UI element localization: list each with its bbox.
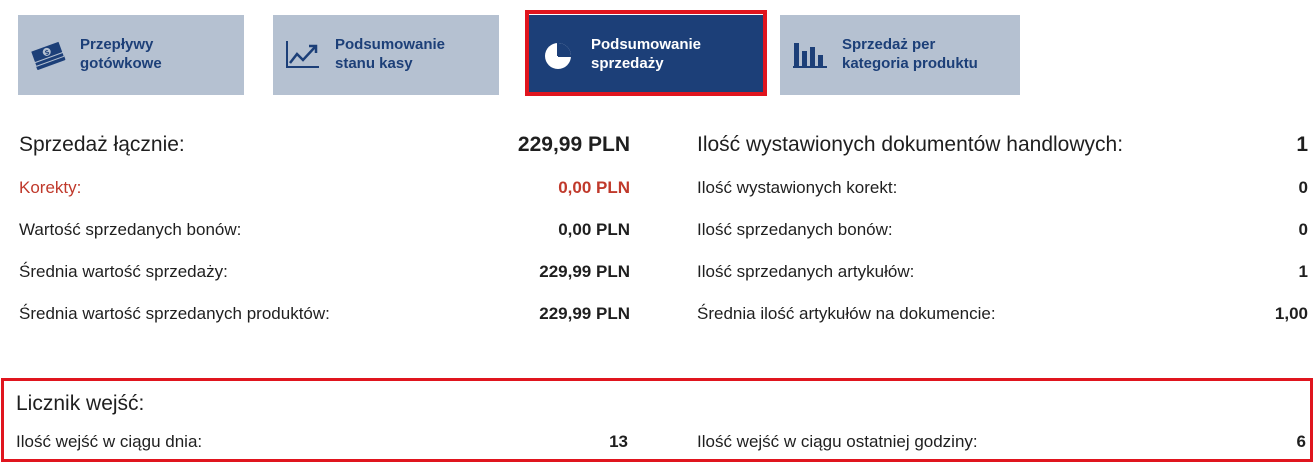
- tab-cash-summary-line2: stanu kasy: [335, 55, 413, 72]
- tab-cash-flows[interactable]: $ Przepływy gotówkowe: [18, 15, 244, 95]
- vouchers-value: 0,00 PLN: [558, 220, 630, 239]
- entry-counter-panel: Licznik wejść: Ilość wejść w ciągu dnia:…: [1, 378, 1313, 462]
- total-sales-label: Sprzedaż łącznie:: [19, 133, 185, 156]
- money-icon: $: [30, 39, 66, 70]
- average-sale-label: Średnia wartość sprzedaży:: [19, 262, 228, 281]
- entries-hour-label: Ilość wejść w ciągu ostatniej godziny:: [697, 432, 978, 451]
- average-articles-label: Średnia ilość artykułów na dokumencie:: [697, 304, 996, 323]
- average-sale-value: 229,99 PLN: [539, 262, 630, 281]
- summary-row-3: Wartość sprzedanych bonów: 0,00 PLN Iloś…: [0, 220, 1314, 250]
- tab-sales-per-category-line1: Sprzedaż per: [842, 36, 936, 53]
- total-sales-value: 229,99 PLN: [517, 133, 630, 156]
- tab-sales-summary[interactable]: Podsumowanie sprzedaży: [529, 15, 763, 95]
- vouchers-count-label: Ilość sprzedanych bonów:: [697, 220, 893, 239]
- articles-count-value: 1: [1298, 262, 1308, 281]
- corrections-value: 0,00 PLN: [558, 178, 630, 197]
- corrections-count-value: 0: [1298, 178, 1308, 197]
- entry-counter-title: Licznik wejść:: [16, 392, 145, 415]
- corrections-label: Korekty:: [19, 178, 82, 197]
- summary-row-2: Korekty: 0,00 PLN Ilość wystawionych kor…: [0, 178, 1314, 208]
- tab-cash-flows-line1: Przepływy: [80, 36, 154, 53]
- documents-count-value: 1: [1296, 133, 1308, 156]
- entries-day-label: Ilość wejść w ciągu dnia:: [16, 432, 203, 451]
- average-products-value: 229,99 PLN: [539, 304, 630, 323]
- corrections-count-label: Ilość wystawionych korekt:: [697, 178, 898, 197]
- summary-row-1: Sprzedaż łącznie: 229,99 PLN Ilość wysta…: [0, 133, 1314, 163]
- summary-row-4: Średnia wartość sprzedaży: 229,99 PLN Il…: [0, 262, 1314, 292]
- vouchers-count-value: 0: [1298, 220, 1308, 239]
- bar-chart-icon: [792, 39, 828, 69]
- documents-count-label: Ilość wystawionych dokumentów handlowych…: [697, 133, 1124, 156]
- vouchers-value-label: Wartość sprzedanych bonów:: [19, 220, 242, 239]
- entries-day-value: 13: [609, 432, 628, 451]
- tab-sales-per-category[interactable]: Sprzedaż per kategoria produktu: [780, 15, 1020, 95]
- tab-sales-per-category-line2: kategoria produktu: [842, 55, 978, 72]
- line-chart-icon: [285, 39, 321, 69]
- tab-sales-summary-line1: Podsumowanie: [591, 36, 702, 53]
- average-articles-value: 1,00: [1274, 304, 1308, 323]
- tab-sales-summary-line2: sprzedaży: [591, 55, 664, 72]
- articles-count-label: Ilość sprzedanych artykułów:: [697, 262, 915, 281]
- tab-cash-flows-line2: gotówkowe: [80, 55, 162, 72]
- summary-row-5: Średnia wartość sprzedanych produktów: 2…: [0, 304, 1314, 334]
- pie-chart-icon: [541, 39, 577, 69]
- average-products-label: Średnia wartość sprzedanych produktów:: [19, 304, 330, 323]
- tab-cash-summary[interactable]: Podsumowanie stanu kasy: [273, 15, 499, 95]
- tab-cash-summary-line1: Podsumowanie: [335, 36, 446, 53]
- entries-hour-value: 6: [1296, 432, 1306, 451]
